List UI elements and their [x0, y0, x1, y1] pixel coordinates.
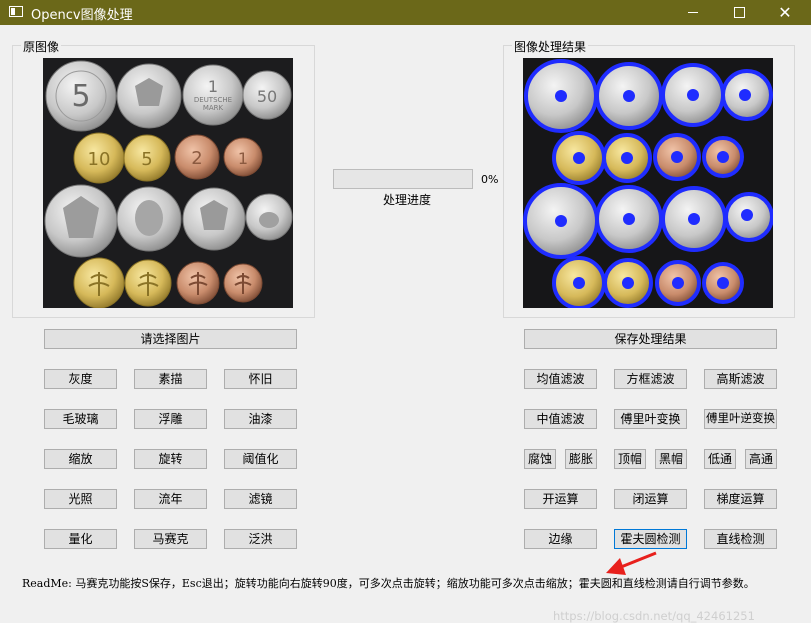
gradient-button[interactable]: 梯度运算 [704, 489, 777, 509]
coin-label: DEUTSCHE [194, 96, 232, 104]
median-filter-button[interactable]: 中值滤波 [524, 409, 597, 429]
highpass-button[interactable]: 高通 [745, 449, 777, 469]
closing-button[interactable]: 闭运算 [614, 489, 687, 509]
blackhat-button[interactable]: 黑帽 [655, 449, 687, 469]
app-icon [9, 6, 23, 17]
coin-label: 50 [257, 87, 277, 106]
original-image-title: 原图像 [21, 38, 62, 55]
inverse-fourier-button[interactable]: 傅里叶逆变换 [704, 409, 777, 429]
result-image-title: 图像处理结果 [512, 38, 589, 55]
minimize-icon [688, 11, 698, 13]
maximize-icon [733, 6, 745, 18]
coin-label: MARK [203, 104, 224, 112]
tophat-button[interactable]: 顶帽 [614, 449, 646, 469]
fleeting-time-button[interactable]: 流年 [134, 489, 207, 509]
fourier-transform-button[interactable]: 傅里叶变换 [614, 409, 687, 429]
progress-label: 处理进度 [382, 193, 431, 207]
title-bar: Opencv图像处理 ✕ [0, 0, 811, 25]
coin-label: 5 [71, 79, 90, 114]
coin-label: 1 [238, 149, 248, 168]
mosaic-button[interactable]: 马赛克 [134, 529, 207, 549]
result-image [523, 58, 773, 308]
zoom-button[interactable]: 缩放 [44, 449, 117, 469]
coin-label: 2 [191, 148, 202, 169]
minimize-button[interactable] [670, 0, 716, 25]
nostalgia-button[interactable]: 怀旧 [224, 369, 297, 389]
coin-label: 5 [141, 149, 152, 170]
flood-fill-button[interactable]: 泛洪 [224, 529, 297, 549]
close-button[interactable]: ✕ [762, 0, 808, 25]
maximize-button[interactable] [716, 0, 762, 25]
lowpass-button[interactable]: 低通 [704, 449, 736, 469]
coin-label: 1 [208, 77, 218, 96]
window-title: Opencv图像处理 [31, 8, 133, 23]
save-result-button[interactable]: 保存处理结果 [524, 329, 777, 349]
progress-bar [333, 169, 473, 189]
hough-line-button[interactable]: 直线检测 [704, 529, 777, 549]
threshold-button[interactable]: 阈值化 [224, 449, 297, 469]
mean-filter-button[interactable]: 均值滤波 [524, 369, 597, 389]
readme-text: ReadMe: 马赛克功能按S保存，Esc退出；旋转功能向右旋转90度，可多次点… [22, 577, 755, 590]
light-button[interactable]: 光照 [44, 489, 117, 509]
erode-button[interactable]: 腐蚀 [524, 449, 556, 469]
gray-button[interactable]: 灰度 [44, 369, 117, 389]
filter-button[interactable]: 滤镜 [224, 489, 297, 509]
emboss-button[interactable]: 浮雕 [134, 409, 207, 429]
coins-original-image: 5 1 DEUTSCHE MARK 50 10 5 2 1 [44, 60, 293, 308]
dilate-button[interactable]: 膨胀 [565, 449, 597, 469]
coin-label: 10 [88, 149, 111, 170]
quantize-button[interactable]: 量化 [44, 529, 117, 549]
edge-button[interactable]: 边缘 [524, 529, 597, 549]
progress-percent: 0% [481, 173, 499, 186]
sketch-button[interactable]: 素描 [134, 369, 207, 389]
coins-result-image [523, 59, 773, 308]
frosted-glass-button[interactable]: 毛玻璃 [44, 409, 117, 429]
box-filter-button[interactable]: 方框滤波 [614, 369, 687, 389]
watermark: https://blog.csdn.net/qq_42461251 [553, 609, 755, 623]
client-area: 原图像 图像处理结果 5 1 DEUTSCHE MARK 50 10 5 2 1… [0, 25, 811, 623]
opening-button[interactable]: 开运算 [524, 489, 597, 509]
oil-paint-button[interactable]: 油漆 [224, 409, 297, 429]
select-image-button[interactable]: 请选择图片 [44, 329, 297, 349]
rotate-button[interactable]: 旋转 [134, 449, 207, 469]
gaussian-filter-button[interactable]: 高斯滤波 [704, 369, 777, 389]
original-image: 5 1 DEUTSCHE MARK 50 10 5 2 1 [43, 58, 293, 308]
